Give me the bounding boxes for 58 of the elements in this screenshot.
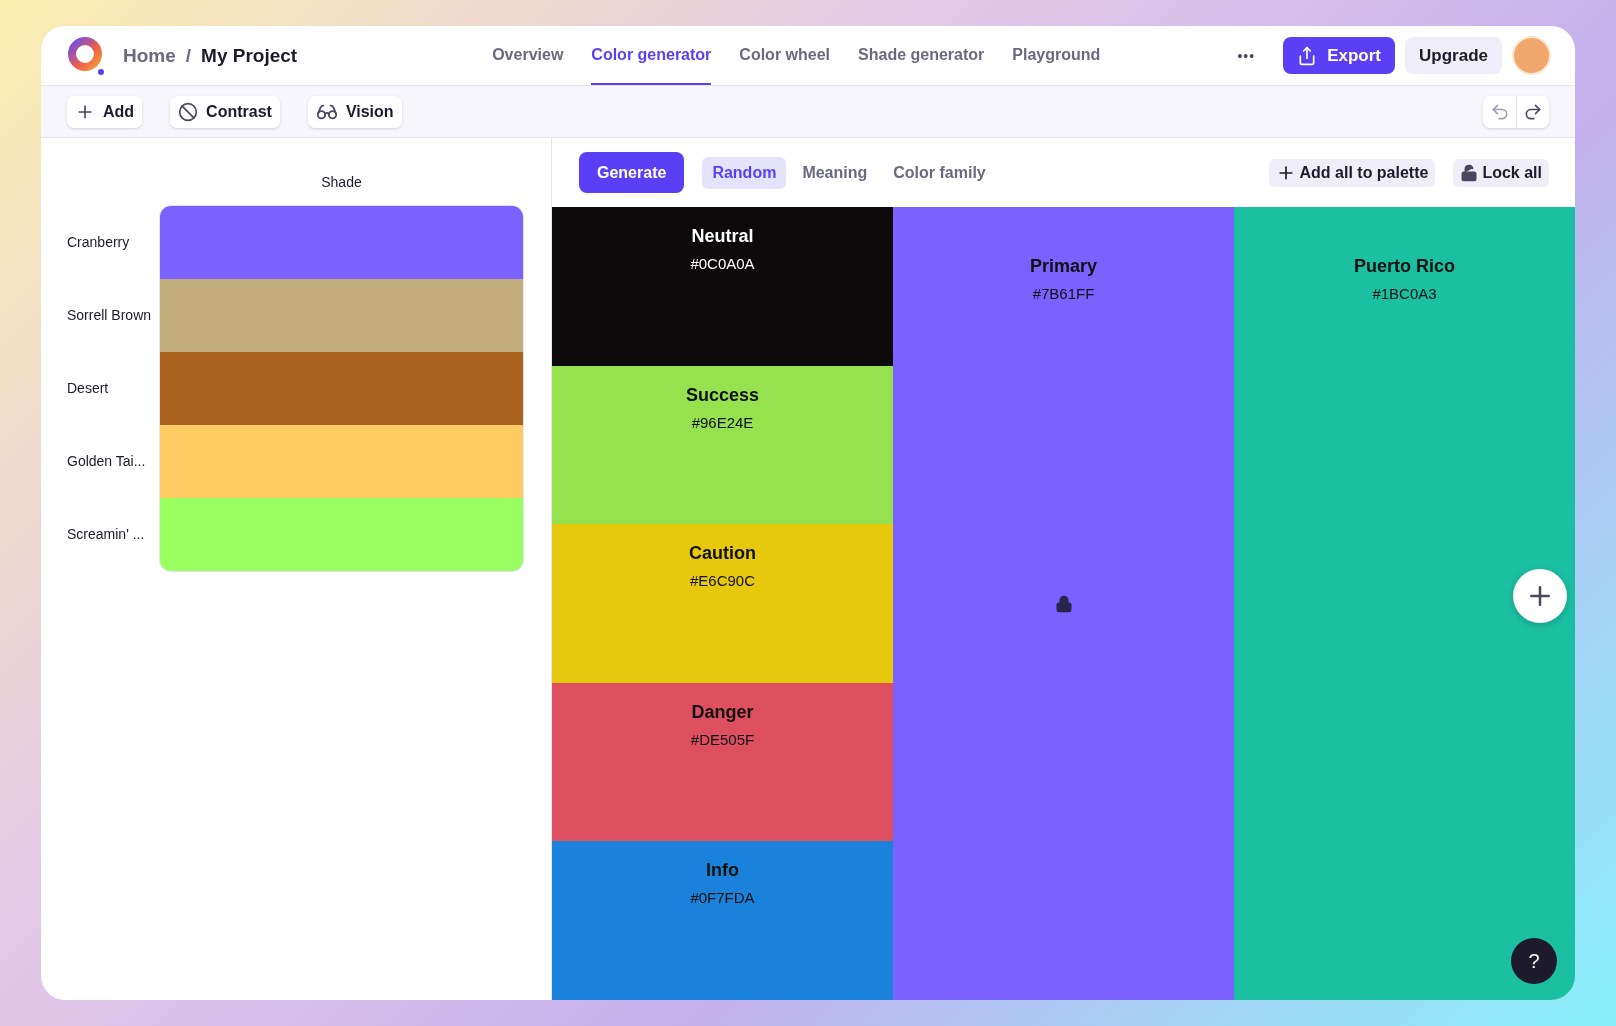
hex-code: #7B61FF: [1032, 285, 1095, 302]
more-button[interactable]: •••: [1231, 46, 1262, 65]
shade-band[interactable]: [160, 498, 523, 571]
shade-name: Screamin' ...: [67, 524, 146, 544]
mode-tab[interactable]: Random: [702, 156, 787, 189]
generate-button[interactable]: Generate: [579, 152, 685, 193]
home-link[interactable]: Home: [123, 44, 176, 67]
vision-button[interactable]: Vision: [307, 95, 402, 128]
shade-name: Sorrell Brown: [67, 305, 153, 325]
breadcrumb-separator: /: [185, 44, 192, 67]
shade-band[interactable]: [160, 279, 523, 352]
nav-tab[interactable]: Playground: [1012, 26, 1101, 85]
nav-tab[interactable]: Shade generator: [858, 26, 985, 85]
shade-name: Golden Tai...: [67, 451, 147, 471]
add-all-button[interactable]: Add all to palette: [1268, 158, 1436, 187]
color-name: Primary: [1029, 256, 1097, 277]
color-name: Info: [706, 860, 739, 882]
logo-icon[interactable]: [67, 35, 105, 76]
shade-band[interactable]: [160, 425, 523, 498]
unlock-icon: [1460, 163, 1479, 182]
add-button[interactable]: Add: [67, 95, 143, 128]
nav-tab[interactable]: Overview: [492, 26, 564, 85]
color-name: Success: [685, 384, 760, 406]
redo-icon: [1523, 101, 1543, 122]
share-icon: [1297, 45, 1318, 66]
color-name: Neutral: [691, 226, 754, 247]
contrast-button[interactable]: Contrast: [170, 95, 280, 128]
color-swatch[interactable]: Info #0F7FDA: [552, 841, 893, 1000]
color-swatch[interactable]: Success #96E24E: [552, 365, 893, 525]
shade-name: Desert: [67, 378, 110, 398]
shade-name: Cranberry: [67, 232, 131, 252]
hex-code: #96E24E: [691, 413, 754, 431]
color-name: Puerto Rico: [1354, 256, 1455, 277]
avatar[interactable]: [1512, 36, 1551, 75]
hex-code: #DE505F: [690, 730, 755, 748]
undo-icon: [1489, 101, 1510, 122]
shade-band[interactable]: [160, 206, 523, 279]
mode-tab[interactable]: Meaning: [792, 156, 878, 189]
lock-icon[interactable]: [1054, 594, 1073, 613]
hex-code: #0C0A0A: [690, 255, 755, 272]
color-swatch[interactable]: Caution #E6C90C: [552, 524, 893, 683]
export-button[interactable]: Export: [1283, 37, 1396, 74]
shade-band[interactable]: [160, 352, 523, 425]
contrast-icon: [178, 101, 199, 122]
color-swatch[interactable]: Neutral #0C0A0A: [552, 207, 893, 366]
color-name: Caution: [689, 543, 756, 565]
nav-tab[interactable]: Color wheel: [739, 26, 831, 85]
hex-code: #1BC0A3: [1372, 285, 1437, 302]
hex-code: #0F7FDA: [690, 889, 755, 907]
shade-title: Shade: [321, 174, 362, 190]
upgrade-button[interactable]: Upgrade: [1405, 37, 1502, 74]
hex-code: #E6C90C: [689, 572, 755, 590]
mode-tab[interactable]: Color family: [883, 156, 996, 189]
color-swatch[interactable]: Danger #DE505F: [552, 682, 893, 842]
project-name: My Project: [201, 44, 298, 67]
color-swatch[interactable]: Primary #7B61FF: [893, 207, 1234, 1000]
lock-all-button[interactable]: Lock all: [1453, 158, 1549, 187]
color-name: Danger: [691, 701, 754, 723]
